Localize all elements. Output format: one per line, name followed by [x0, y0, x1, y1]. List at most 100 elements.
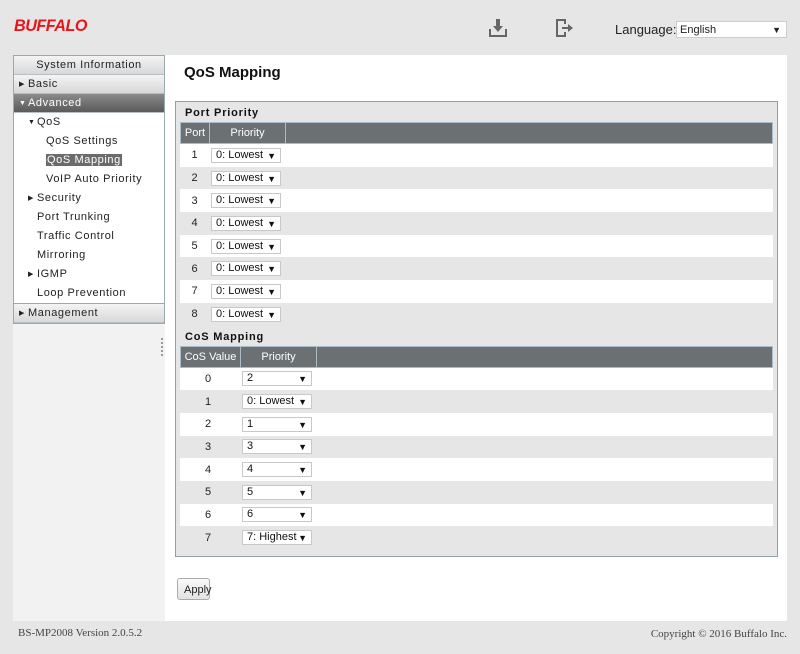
- column-header-port: Port: [181, 123, 210, 143]
- copyright-text: Copyright © 2016 Buffalo Inc.: [650, 628, 787, 640]
- cos-mapping-row: 3 3 ▼: [180, 435, 773, 459]
- cos-mapping-title: CoS Mapping: [185, 330, 265, 343]
- download-icon: [489, 19, 507, 37]
- sidebar-item-port-trunking[interactable]: Port Trunking: [14, 208, 164, 227]
- sidebar-item-label: Advanced: [28, 97, 82, 109]
- cos-mapping-row: 5 5 ▼: [180, 480, 773, 504]
- sidebar-item-advanced[interactable]: ▼Advanced: [14, 94, 164, 113]
- sidebar-item-label: Mirroring: [37, 249, 86, 261]
- sidebar-nav: System Information ▶ Basic ▼Advanced ▼QoS…: [13, 55, 165, 304]
- version-text: BS-MP2008 Version 2.0.5.2: [18, 627, 143, 639]
- priority-value: 0: Lowest: [216, 307, 264, 320]
- priority-select[interactable]: 0: Lowest ▼: [211, 147, 281, 163]
- sidebar-item-mirroring[interactable]: Mirroring: [14, 246, 164, 265]
- port-priority-table: Port Priority 1 0: Lowest ▼ 2 0: Lowest ▼ 3 0: …: [180, 122, 773, 326]
- column-header-priority: Priority: [241, 346, 317, 367]
- priority-select[interactable]: 0: Lowest ▼: [211, 238, 281, 254]
- priority-select[interactable]: 0: Lowest ▼: [211, 306, 281, 322]
- sidebar-item-label: QoS Mapping: [46, 154, 122, 166]
- port-priority-row-label: 6: [191, 262, 198, 275]
- port-priority-row: 5 0: Lowest ▼: [180, 234, 773, 258]
- priority-select[interactable]: 0: Lowest ▼: [211, 283, 281, 299]
- port-priority-row-label: 8: [191, 308, 198, 321]
- chevron-down-icon: ▼: [267, 173, 276, 184]
- priority-select[interactable]: 2 ▼: [242, 371, 312, 387]
- sidebar-item-label: VoIP Auto Priority: [46, 173, 143, 185]
- port-priority-row: 1 0: Lowest ▼: [180, 144, 773, 167]
- chevron-down-icon: ▼: [267, 286, 276, 297]
- sidebar: System Information ▶ Basic ▼Advanced ▼QoS…: [13, 55, 165, 621]
- priority-value: 0: Lowest: [216, 171, 264, 184]
- port-priority-title: Port Priority: [185, 107, 259, 119]
- logout-button[interactable]: [553, 17, 575, 39]
- port-priority-row: 6 0: Lowest ▼: [180, 257, 773, 281]
- cos-mapping-row-label: 1: [204, 395, 212, 408]
- download-button[interactable]: [487, 17, 509, 39]
- triangle-right-icon: ▶: [19, 81, 25, 88]
- column-header-cos-value: CoS Value: [181, 346, 241, 367]
- sidebar-item-label: System Information: [36, 59, 142, 71]
- chevron-down-icon: ▼: [298, 465, 307, 476]
- priority-select[interactable]: 0: Lowest ▼: [211, 170, 281, 186]
- sidebar-item-traffic-control[interactable]: Traffic Control: [14, 227, 164, 246]
- cos-mapping-row-label: 0: [204, 372, 212, 385]
- priority-value: 6: [247, 508, 254, 521]
- chevron-down-icon: ▼: [298, 510, 307, 521]
- port-priority-row: 4 0: Lowest ▼: [180, 212, 773, 235]
- chevron-down-icon: ▼: [267, 218, 276, 229]
- sidebar-item-label: Port Trunking: [37, 211, 111, 223]
- priority-select[interactable]: 7: Highest ▼: [242, 530, 312, 546]
- priority-select[interactable]: 0: Lowest ▼: [211, 261, 281, 277]
- port-priority-row-label: 2: [191, 172, 198, 185]
- chevron-down-icon: ▼: [298, 419, 307, 430]
- cos-mapping-row-label: 5: [204, 486, 212, 499]
- priority-select[interactable]: 6 ▼: [242, 507, 312, 523]
- priority-select[interactable]: 0: Lowest ▼: [242, 394, 312, 410]
- sidebar-item-label: Loop Prevention: [37, 287, 127, 299]
- sidebar-item-qos[interactable]: ▼QoS: [14, 113, 164, 132]
- triangle-down-icon: ▼: [28, 119, 36, 126]
- triangle-right-icon: ▶: [19, 310, 25, 317]
- chevron-down-icon: ▼: [267, 150, 276, 161]
- sidebar-item-label: IGMP: [37, 268, 68, 280]
- column-header-priority: Priority: [210, 123, 286, 143]
- language-select[interactable]: English ▼: [676, 21, 787, 38]
- priority-select[interactable]: 1 ▼: [242, 416, 312, 432]
- sidebar-item-system-information[interactable]: System Information: [14, 56, 164, 75]
- sidebar-item-loop-prevention[interactable]: Loop Prevention: [14, 284, 164, 303]
- port-priority-row: 8 0: Lowest ▼: [180, 302, 773, 326]
- cos-mapping-row-label: 7: [204, 531, 212, 544]
- sidebar-item-management[interactable]: ▶ Management: [14, 304, 164, 323]
- sidebar-item-qos-mapping[interactable]: QoS Mapping: [14, 151, 164, 170]
- priority-value: 2: [247, 372, 254, 385]
- sidebar-item-security[interactable]: ▶ Security: [14, 189, 164, 208]
- chevron-down-icon: ▼: [298, 442, 307, 453]
- priority-select[interactable]: 0: Lowest ▼: [211, 215, 281, 231]
- sidebar-item-igmp[interactable]: ▶ IGMP: [14, 265, 164, 284]
- priority-select[interactable]: 3 ▼: [242, 439, 312, 455]
- apply-button[interactable]: Apply: [177, 578, 212, 600]
- page-title: QoS Mapping: [184, 64, 281, 81]
- port-priority-header: Port Priority: [180, 122, 773, 144]
- priority-select[interactable]: 0: Lowest ▼: [211, 193, 281, 209]
- cos-mapping-row: 0 2 ▼: [180, 367, 773, 391]
- language-label: Language:: [615, 22, 677, 37]
- port-priority-row-label: 4: [191, 217, 198, 230]
- priority-value: 0: Lowest: [247, 395, 295, 408]
- chevron-down-icon: ▼: [267, 264, 276, 275]
- priority-value: 4: [247, 463, 254, 476]
- sidebar-item-basic[interactable]: ▶ Basic: [14, 75, 164, 94]
- port-priority-row-label: 3: [191, 194, 198, 207]
- port-priority-row-label: 1: [191, 149, 198, 162]
- priority-value: 1: [247, 417, 254, 430]
- priority-select[interactable]: 5 ▼: [242, 484, 312, 500]
- priority-value: 7: Highest: [247, 531, 297, 544]
- sidebar-item-voip-auto-priority[interactable]: VoIP Auto Priority: [14, 170, 164, 189]
- sidebar-item-label: QoS: [37, 116, 61, 128]
- sidebar-item-qos-settings[interactable]: QoS Settings: [14, 132, 164, 151]
- chevron-down-icon: ▼: [298, 533, 307, 544]
- sidebar-resize-handle[interactable]: [161, 338, 163, 358]
- priority-select[interactable]: 4 ▼: [242, 462, 312, 478]
- qos-mapping-panel: Port Priority Port Priority 1 0: Lowest ▼ 2…: [175, 101, 778, 557]
- cos-mapping-row-label: 6: [204, 508, 212, 521]
